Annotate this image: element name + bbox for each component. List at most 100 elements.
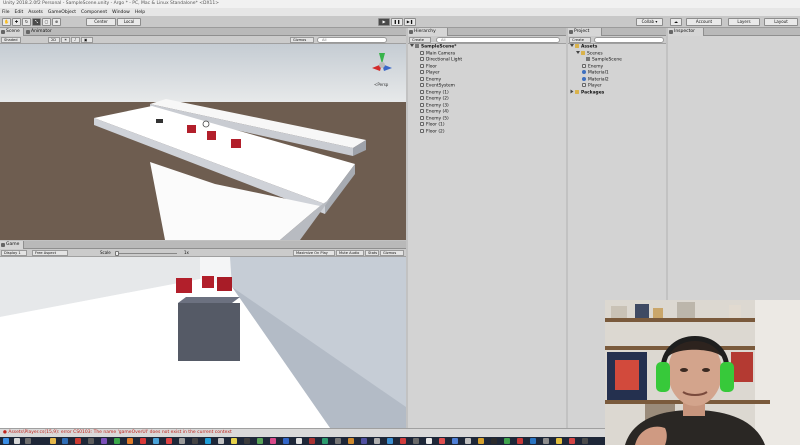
list-item[interactable]: Material1 xyxy=(582,70,609,76)
list-item[interactable]: Player xyxy=(420,70,440,76)
tab-inspector[interactable]: Inspector xyxy=(668,28,704,36)
app-icon[interactable] xyxy=(361,438,367,444)
list-item[interactable]: Player xyxy=(582,83,602,89)
audio-toggle[interactable]: ♪ xyxy=(71,37,80,43)
app-icon[interactable] xyxy=(244,438,250,444)
app-icon[interactable] xyxy=(309,438,315,444)
list-item[interactable]: Floor (2) xyxy=(420,128,445,135)
lighting-toggle[interactable]: ☀ xyxy=(61,37,70,43)
chrome-icon[interactable] xyxy=(166,438,172,444)
layers-dropdown[interactable]: Layers xyxy=(728,18,760,26)
list-item[interactable]: Enemy xyxy=(420,76,441,83)
game-gizmos-dropdown[interactable]: Gizmos xyxy=(380,250,404,256)
hierarchy-scene-row[interactable]: SampleScene* xyxy=(410,44,456,50)
start-icon[interactable] xyxy=(3,438,9,444)
list-item[interactable]: Material2 xyxy=(582,76,609,83)
app-icon[interactable] xyxy=(335,438,341,444)
account-dropdown[interactable]: Account xyxy=(686,18,722,26)
app-icon[interactable] xyxy=(504,438,510,444)
app-icon[interactable] xyxy=(296,438,302,444)
app-icon[interactable] xyxy=(283,438,289,444)
scale-tool-button[interactable]: ⤡ xyxy=(32,18,41,26)
list-item[interactable]: Floor (1) xyxy=(420,122,445,128)
app-icon[interactable] xyxy=(257,438,263,444)
edge-icon[interactable] xyxy=(62,438,68,444)
menu-gameobject[interactable]: GameObject xyxy=(48,10,76,15)
list-item[interactable]: Enemy (4) xyxy=(420,109,449,115)
layout-dropdown[interactable]: Layout xyxy=(764,18,798,26)
2d-toggle[interactable]: 2D xyxy=(48,37,60,43)
project-packages-folder[interactable]: Packages xyxy=(570,89,604,96)
pause-button[interactable]: ❚❚ xyxy=(391,18,403,26)
app-icon[interactable] xyxy=(413,438,419,444)
project-search-input[interactable] xyxy=(594,37,664,43)
project-create-dropdown[interactable]: Create xyxy=(569,37,591,43)
tab-animator[interactable]: Animator xyxy=(25,28,65,36)
play-button[interactable]: ▶ xyxy=(378,18,390,26)
app-icon[interactable] xyxy=(452,438,458,444)
menu-assets[interactable]: Assets xyxy=(28,10,43,15)
app-icon[interactable] xyxy=(569,438,575,444)
list-item[interactable]: Enemy (1) xyxy=(420,89,449,96)
maximize-on-play-toggle[interactable]: Maximize On Play xyxy=(293,250,335,256)
stats-toggle[interactable]: Stats xyxy=(365,250,379,256)
app-icon[interactable] xyxy=(192,438,198,444)
menu-window[interactable]: Window xyxy=(112,10,130,15)
menu-file[interactable]: File xyxy=(2,10,10,15)
effects-toggle[interactable]: ▣ xyxy=(81,37,93,43)
list-item[interactable]: Main Camera xyxy=(420,50,455,57)
transform-tool-button[interactable]: ⊕ xyxy=(52,18,61,26)
app-icon[interactable] xyxy=(179,438,185,444)
console-status-bar[interactable]: ● Assets\Player.cs(15,9): error CS0103: … xyxy=(0,428,620,437)
app-icon[interactable] xyxy=(478,438,484,444)
list-item[interactable]: Enemy (3) xyxy=(420,102,449,109)
tab-hierarchy[interactable]: Hierarchy xyxy=(408,28,448,36)
scale-slider-thumb[interactable] xyxy=(115,250,119,256)
app-icon[interactable] xyxy=(491,438,497,444)
menu-component[interactable]: Component xyxy=(81,10,107,15)
app-icon[interactable] xyxy=(439,438,445,444)
app-icon[interactable] xyxy=(400,438,406,444)
project-scenes-folder[interactable]: Scenes xyxy=(576,50,603,57)
cloud-button[interactable]: ☁ xyxy=(670,18,682,26)
app-icon[interactable] xyxy=(348,438,354,444)
hierarchy-search-input[interactable]: All xyxy=(436,37,560,43)
project-assets-folder[interactable]: Assets xyxy=(570,44,597,50)
app-icon[interactable] xyxy=(127,438,133,444)
app-icon[interactable] xyxy=(387,438,393,444)
list-item[interactable]: Enemy (2) xyxy=(420,96,449,102)
menu-edit[interactable]: Edit xyxy=(15,10,24,15)
step-button[interactable]: ▶❚ xyxy=(404,18,416,26)
scene-gizmos-dropdown[interactable]: Gizmos xyxy=(290,37,314,43)
list-item[interactable]: Enemy (5) xyxy=(420,115,449,122)
app-icon[interactable] xyxy=(231,438,237,444)
visual-studio-icon[interactable] xyxy=(101,438,107,444)
scene-viewport[interactable]: <Persp xyxy=(0,44,406,240)
list-item[interactable]: Directional Light xyxy=(420,57,462,63)
tab-game[interactable]: Game xyxy=(0,241,24,249)
menu-help[interactable]: Help xyxy=(135,10,145,15)
search-icon[interactable] xyxy=(14,438,20,444)
app-icon[interactable] xyxy=(517,438,523,444)
app-icon[interactable] xyxy=(556,438,562,444)
shading-mode-dropdown[interactable]: Shaded xyxy=(1,37,21,43)
scale-slider[interactable] xyxy=(115,250,177,256)
app-icon[interactable] xyxy=(270,438,276,444)
task-view-icon[interactable] xyxy=(25,438,31,444)
list-item[interactable]: EventSystem xyxy=(420,83,455,89)
rotate-tool-button[interactable]: ↻ xyxy=(22,18,31,26)
app-icon[interactable] xyxy=(530,438,536,444)
aspect-dropdown[interactable]: Free Aspect xyxy=(32,250,68,256)
app-icon[interactable] xyxy=(153,438,159,444)
app-icon[interactable] xyxy=(218,438,224,444)
mute-audio-toggle[interactable]: Mute Audio xyxy=(336,250,364,256)
collab-dropdown[interactable]: Collab ▾ xyxy=(636,18,663,26)
app-icon[interactable] xyxy=(205,438,211,444)
app-icon[interactable] xyxy=(426,438,432,444)
pivot-toggle[interactable]: Center xyxy=(86,18,116,26)
rect-tool-button[interactable]: ▢ xyxy=(42,18,51,26)
app-icon[interactable] xyxy=(374,438,380,444)
list-item[interactable]: Enemy xyxy=(582,63,603,70)
app-icon[interactable] xyxy=(140,438,146,444)
tab-project[interactable]: Project xyxy=(568,28,602,36)
